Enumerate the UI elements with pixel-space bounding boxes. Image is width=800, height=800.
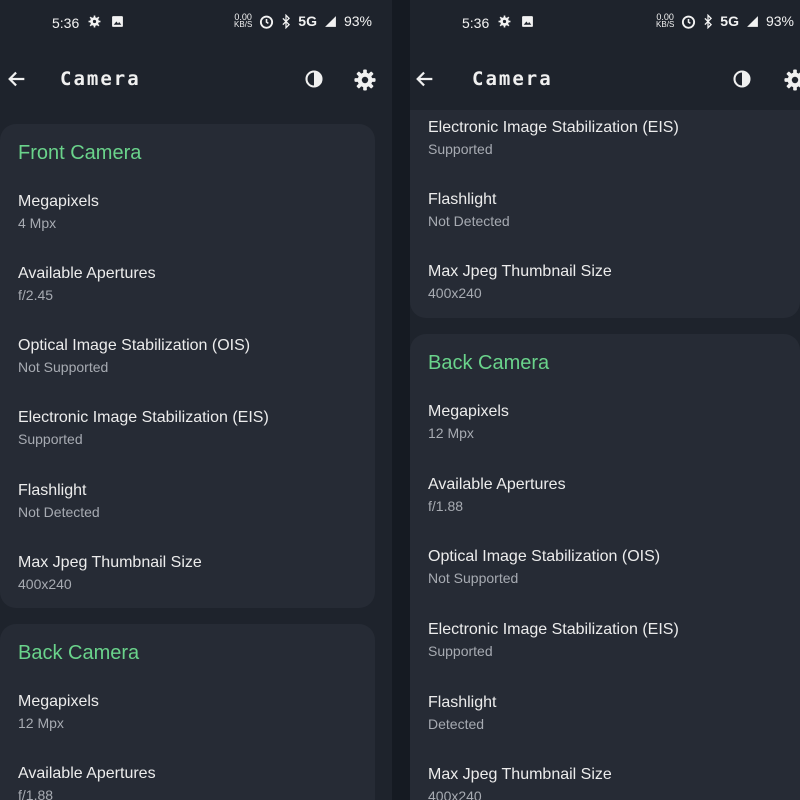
property-item: Available Apertures f/2.45 xyxy=(18,265,156,303)
property-item: Electronic Image Stabilization (EIS) Sup… xyxy=(18,409,269,447)
signal-icon xyxy=(747,15,758,27)
status-bar: 5:36 0.00 KB/S 5G 93% xyxy=(0,0,392,48)
alarm-icon xyxy=(682,15,696,29)
property-item: Megapixels 4 Mpx xyxy=(18,193,99,231)
net-speed: 0.00 KB/S xyxy=(656,12,675,29)
screen-right: 5:36 0.00 KB/S 5G 93% Camera Electronic … xyxy=(410,0,800,800)
theme-toggle-icon[interactable] xyxy=(732,69,752,89)
gear-icon[interactable] xyxy=(354,69,376,91)
alarm-icon xyxy=(260,15,274,29)
settings-status-icon xyxy=(498,15,511,28)
image-status-icon xyxy=(112,16,123,27)
property-item: Flashlight Not Detected xyxy=(18,482,100,520)
back-camera-card: Back Camera Megapixels 12 Mpx Available … xyxy=(0,624,375,800)
app-bar: Camera xyxy=(410,50,800,110)
card-title: Back Camera xyxy=(18,642,140,664)
property-item: Electronic Image Stabilization (EIS) Sup… xyxy=(428,621,679,659)
property-item: Available Apertures f/1.88 xyxy=(428,476,566,514)
property-item: Max Jpeg Thumbnail Size 400x240 xyxy=(428,263,612,301)
network-type: 5G xyxy=(298,13,317,29)
property-item: Flashlight Not Detected xyxy=(428,191,510,229)
signal-icon xyxy=(325,15,336,27)
card-title: Front Camera xyxy=(18,142,142,164)
property-item: Max Jpeg Thumbnail Size 400x240 xyxy=(428,766,612,800)
back-arrow-icon[interactable] xyxy=(414,68,436,90)
image-status-icon xyxy=(522,16,533,27)
screenshot-divider xyxy=(392,0,410,800)
net-speed: 0.00 KB/S xyxy=(234,12,253,29)
bluetooth-icon xyxy=(282,13,291,29)
property-item: Optical Image Stabilization (OIS) Not Su… xyxy=(18,337,251,375)
property-item: Megapixels 12 Mpx xyxy=(428,403,509,441)
screen-left: 5:36 0.00 KB/S 5G 93% Camera Front Camer… xyxy=(0,0,392,800)
property-item: Optical Image Stabilization (OIS) Not Su… xyxy=(428,548,661,586)
property-item: Megapixels 12 Mpx xyxy=(18,693,99,731)
theme-toggle-icon[interactable] xyxy=(304,69,324,89)
property-item: Max Jpeg Thumbnail Size 400x240 xyxy=(18,554,202,592)
property-item: Flashlight Detected xyxy=(428,694,497,732)
battery-level: 93% xyxy=(343,13,372,29)
status-bar: 5:36 0.00 KB/S 5G 93% xyxy=(410,0,800,48)
status-time: 5:36 xyxy=(462,15,490,31)
back-camera-card: Back Camera Megapixels 12 Mpx Available … xyxy=(410,334,800,800)
page-title: Camera xyxy=(60,68,141,90)
property-item: Available Apertures f/1.88 xyxy=(18,765,156,800)
app-bar: Camera xyxy=(0,50,392,110)
battery-level: 93% xyxy=(765,13,794,29)
page-title: Camera xyxy=(472,68,553,90)
network-type: 5G xyxy=(720,13,739,29)
bluetooth-icon xyxy=(704,13,713,29)
card-title: Back Camera xyxy=(428,352,550,374)
settings-status-icon xyxy=(88,15,101,28)
front-camera-card: Electronic Image Stabilization (EIS) Sup… xyxy=(410,110,800,318)
back-arrow-icon[interactable] xyxy=(6,68,28,90)
gear-icon[interactable] xyxy=(784,69,800,91)
property-item: Electronic Image Stabilization (EIS) Sup… xyxy=(428,119,679,157)
front-camera-card: Front Camera Megapixels 4 Mpx Available … xyxy=(0,124,375,608)
status-time: 5:36 xyxy=(52,15,80,31)
